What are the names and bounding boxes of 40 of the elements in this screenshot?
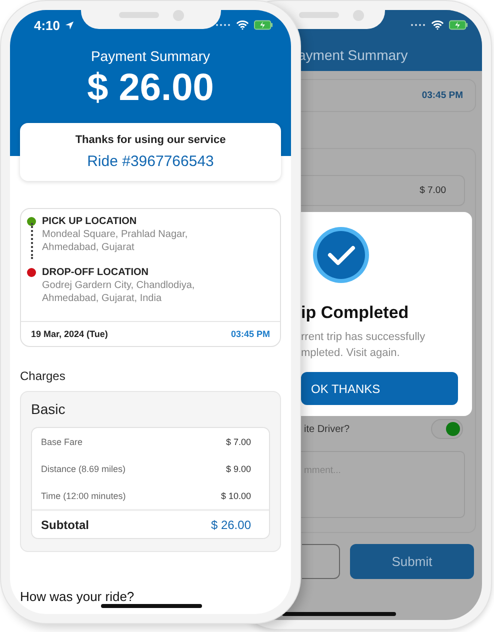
trip-time: 03:45 PM	[230, 329, 270, 339]
thanks-message: Thanks for using our service	[74, 133, 227, 148]
signal-icon	[215, 23, 231, 27]
charge-amount: $ 7.00	[226, 436, 251, 446]
location-address: Godrej Gardern City, Chandlodiya, Ahmedabad, Gujarat, India	[42, 279, 196, 305]
charge-label: Time (12:00 minutes)	[41, 490, 126, 500]
charge-label: Base Fare	[41, 436, 83, 446]
submit-button[interactable]: Submit	[350, 544, 474, 579]
fare-amount: $ 7.00	[420, 185, 446, 196]
total-amount: $ 26.00	[86, 66, 215, 110]
charge-label: Distance (8.69 miles)	[41, 464, 126, 474]
outline-button[interactable]	[302, 544, 340, 579]
trip-date: 19 Mar, 2024 (Tue)	[31, 329, 108, 339]
speaker-icon	[298, 12, 338, 18]
favorite-toggle[interactable]	[431, 419, 463, 439]
dialog-message: rrent trip has successfully mpleted. Visit again.	[301, 330, 426, 361]
subtotal-label: Subtotal	[41, 518, 89, 532]
ride-number: Ride #3967766543	[86, 153, 215, 171]
dialog-title: ip Completed	[301, 303, 410, 323]
section-title: Charges	[20, 368, 66, 384]
location-label: PICK UP LOCATION	[42, 215, 138, 228]
ok-button[interactable]: OK THANKS	[301, 372, 458, 405]
signal-icon	[410, 23, 426, 27]
wifi-icon	[431, 20, 444, 30]
location-label: DROP-OFF LOCATION	[42, 266, 150, 279]
screen-title: Payment Summary	[90, 47, 212, 65]
plan-name: Basic	[31, 400, 66, 418]
subtotal-amount: $ 26.00	[210, 518, 251, 532]
check-icon	[312, 226, 370, 284]
location-address: Mondeal Square, Prahlad Nagar, Ahmedabad, Gujarat	[42, 228, 189, 254]
location-arrow-icon	[65, 20, 74, 30]
trip-time: 03:45 PM	[422, 90, 463, 101]
wifi-icon	[236, 20, 249, 30]
favorite-label: ite Driver?	[304, 424, 350, 434]
status-time: 4:10	[34, 18, 60, 32]
charge-amount: $ 9.00	[226, 464, 251, 474]
battery-icon	[254, 20, 273, 30]
charge-amount: $ 10.00	[220, 490, 251, 500]
rating-prompt: How was your ride?	[20, 588, 136, 606]
battery-icon	[449, 20, 468, 30]
